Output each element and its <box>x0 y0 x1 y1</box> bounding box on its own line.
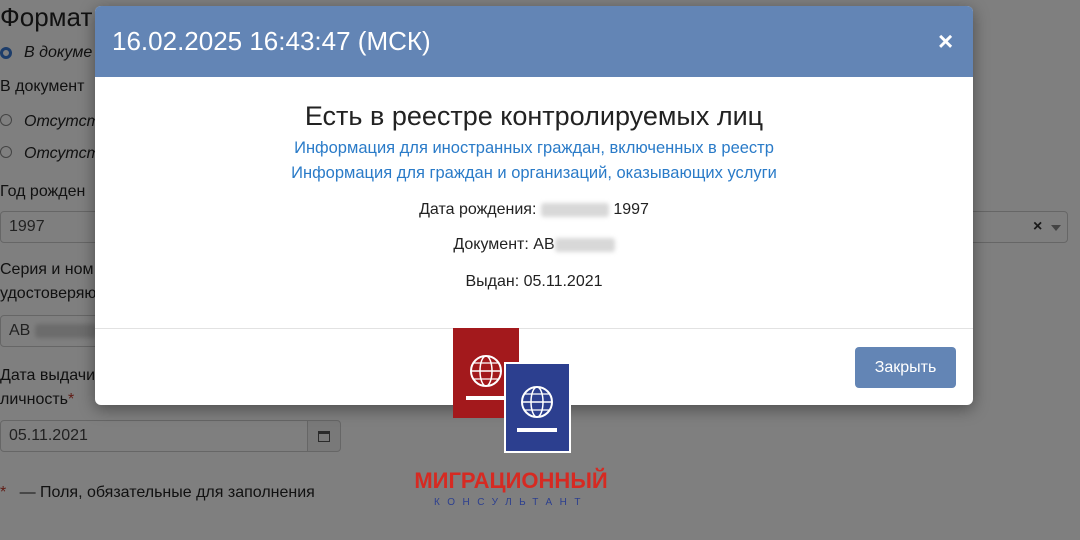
document-row: Документ: АВ <box>95 236 973 254</box>
link-service-providers-info[interactable]: Информация для граждан и организаций, ок… <box>95 164 973 183</box>
logo-text-line-1: МИГРАЦИОННЫЙ <box>414 468 607 493</box>
document-label: Документ: <box>453 236 529 253</box>
document-prefix: АВ <box>533 236 555 253</box>
status-heading: Есть в реестре контролируемых лиц <box>304 101 764 131</box>
redacted-document-number <box>554 237 615 252</box>
issued-date: 05.11.2021 <box>523 273 603 290</box>
modal-title: 16.02.2025 16:43:47 (МСК) <box>112 26 431 56</box>
link-foreign-citizens-info[interactable]: Информация для иностранных граждан, вклю… <box>95 139 973 158</box>
birth-date-year: 1997 <box>613 201 649 218</box>
birth-date-row: Дата рождения: 1997 <box>95 201 973 219</box>
close-button[interactable]: Закрыть <box>855 347 956 388</box>
issued-label: Выдан: <box>465 273 520 290</box>
modal-header: 16.02.2025 16:43:47 (МСК) × <box>95 6 973 77</box>
issued-row: Выдан: 05.11.2021 <box>95 273 973 291</box>
logo-text-line-2: КОНСУЛЬТАНТ <box>434 497 588 508</box>
redacted-birth-date <box>540 202 609 217</box>
close-icon[interactable]: × <box>938 28 953 54</box>
migration-consultant-logo: МИГРАЦИОННЫЙ КОНСУЛЬТАНТ <box>414 328 608 508</box>
blue-passport-icon <box>504 362 571 453</box>
modal-body: Есть в реестре контролируемых лиц Информ… <box>95 77 973 328</box>
birth-date-label: Дата рождения: <box>419 201 537 218</box>
